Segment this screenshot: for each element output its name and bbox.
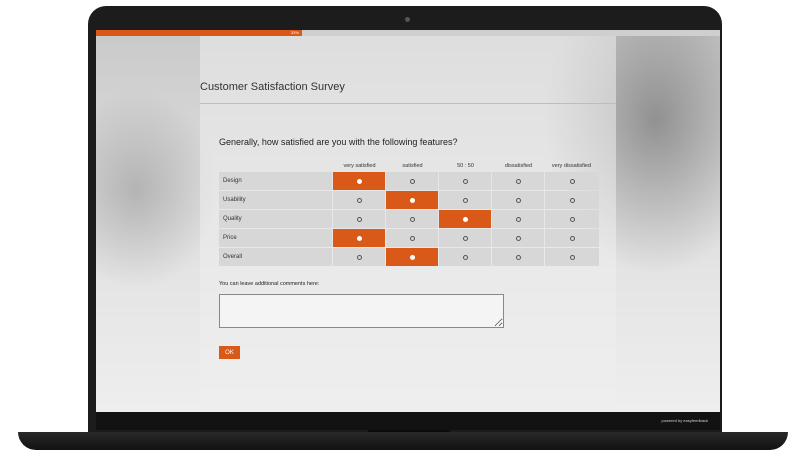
rating-cell[interactable]	[439, 210, 491, 228]
radio-icon[interactable]	[462, 235, 468, 241]
rating-cell[interactable]	[386, 248, 438, 266]
radio-icon[interactable]	[515, 216, 521, 222]
matrix-header-spacer	[219, 161, 333, 171]
row-label: Price	[219, 229, 332, 247]
matrix-row: Usability	[219, 191, 600, 209]
matrix-header: very satisfied satisfied 50 : 50 dissatisfi…	[219, 161, 600, 171]
rating-cell[interactable]	[386, 229, 438, 247]
radio-icon[interactable]	[356, 216, 362, 222]
column-header: satisfied	[402, 163, 423, 169]
radio-icon[interactable]	[356, 178, 362, 184]
comments-label: You can leave additional comments here:	[219, 281, 320, 287]
radio-icon[interactable]	[409, 178, 415, 184]
radio-icon[interactable]	[569, 197, 575, 203]
progress-bar: 33%	[96, 30, 720, 36]
comments-textarea[interactable]	[219, 294, 504, 328]
rating-cell[interactable]	[545, 248, 599, 266]
rating-cell[interactable]	[492, 172, 544, 190]
rating-cell[interactable]	[333, 248, 385, 266]
column-header: 50 : 50	[457, 163, 474, 169]
rating-matrix: very satisfied satisfied 50 : 50 dissatisfi…	[219, 161, 600, 266]
radio-icon[interactable]	[409, 197, 415, 203]
matrix-row: Design	[219, 172, 600, 190]
rating-cell[interactable]	[439, 229, 491, 247]
footer-bar: powered by easyfeedback	[96, 412, 720, 430]
radio-icon[interactable]	[569, 254, 575, 260]
row-label: Design	[219, 172, 332, 190]
rating-cell[interactable]	[492, 191, 544, 209]
radio-icon[interactable]	[515, 235, 521, 241]
radio-icon[interactable]	[462, 254, 468, 260]
radio-icon[interactable]	[409, 216, 415, 222]
column-header: dissatisfied	[504, 163, 533, 169]
progress-label: 33%	[290, 30, 299, 35]
camera-icon	[405, 17, 410, 22]
rating-cell[interactable]	[545, 191, 599, 209]
rating-cell[interactable]	[333, 210, 385, 228]
rating-cell[interactable]	[333, 172, 385, 190]
rating-cell[interactable]	[386, 172, 438, 190]
radio-icon[interactable]	[356, 254, 362, 260]
rating-cell[interactable]	[492, 229, 544, 247]
rating-cell[interactable]	[439, 248, 491, 266]
radio-icon[interactable]	[409, 235, 415, 241]
row-label: Usability	[219, 191, 332, 209]
row-label: Overall	[219, 248, 332, 266]
ok-button[interactable]: OK	[219, 346, 240, 359]
matrix-row: Price	[219, 229, 600, 247]
question-text: Generally, how satisfied are you with th…	[219, 137, 458, 147]
radio-icon[interactable]	[356, 197, 362, 203]
column-header: very satisfied	[343, 163, 376, 169]
rating-cell[interactable]	[492, 210, 544, 228]
row-label: Quality	[219, 210, 332, 228]
rating-cell[interactable]	[545, 210, 599, 228]
radio-icon[interactable]	[515, 197, 521, 203]
rating-cell[interactable]	[333, 191, 385, 209]
column-header: very dissatisfied	[551, 163, 592, 169]
radio-icon[interactable]	[462, 197, 468, 203]
rating-cell[interactable]	[492, 248, 544, 266]
radio-icon[interactable]	[569, 216, 575, 222]
title-divider	[200, 103, 616, 104]
radio-icon[interactable]	[515, 178, 521, 184]
footer-credit: powered by easyfeedback	[661, 418, 708, 423]
rating-cell[interactable]	[439, 172, 491, 190]
radio-icon[interactable]	[515, 254, 521, 260]
radio-icon[interactable]	[462, 216, 468, 222]
laptop-base	[18, 432, 788, 450]
radio-icon[interactable]	[356, 235, 362, 241]
matrix-row: Quality	[219, 210, 600, 228]
matrix-row: Overall	[219, 248, 600, 266]
rating-cell[interactable]	[386, 210, 438, 228]
rating-cell[interactable]	[333, 229, 385, 247]
radio-icon[interactable]	[569, 235, 575, 241]
rating-cell[interactable]	[545, 229, 599, 247]
rating-cell[interactable]	[386, 191, 438, 209]
rating-cell[interactable]	[439, 191, 491, 209]
radio-icon[interactable]	[409, 254, 415, 260]
rating-cell[interactable]	[545, 172, 599, 190]
radio-icon[interactable]	[462, 178, 468, 184]
survey-title: Customer Satisfaction Survey	[200, 81, 345, 93]
radio-icon[interactable]	[569, 178, 575, 184]
screen: 33% Customer Satisfaction Survey General…	[96, 30, 720, 412]
